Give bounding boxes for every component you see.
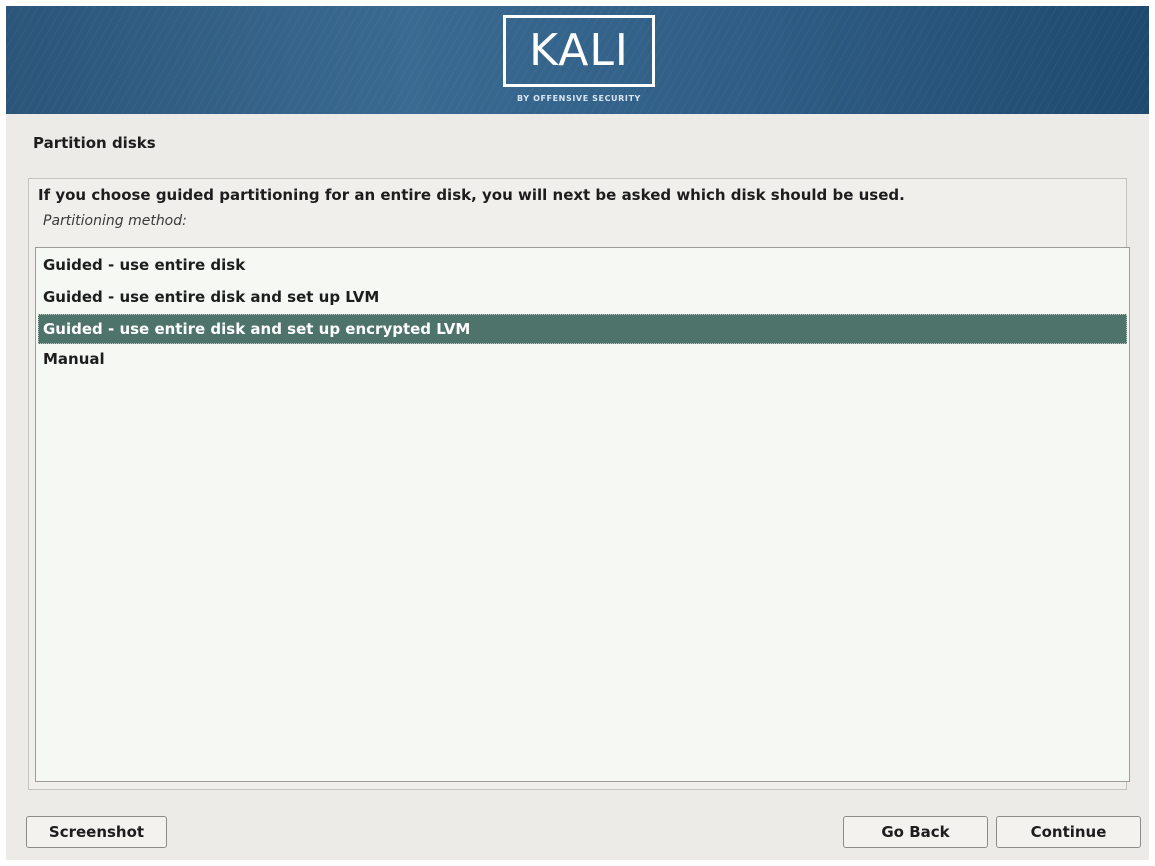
option-guided-entire-disk[interactable]: Guided - use entire disk [38,250,1127,280]
kali-logo: KALI [503,15,655,87]
go-back-button[interactable]: Go Back [843,816,988,848]
option-guided-lvm[interactable]: Guided - use entire disk and set up LVM [38,282,1127,312]
screenshot-button[interactable]: Screenshot [26,816,167,848]
option-guided-encrypted-lvm[interactable]: Guided - use entire disk and set up encr… [38,314,1127,344]
continue-button[interactable]: Continue [996,816,1141,848]
kali-logo-subtitle: BY OFFENSIVE SECURITY [517,94,641,103]
partition-panel: If you choose guided partitioning for an… [28,178,1130,790]
option-manual[interactable]: Manual [38,344,1127,374]
partitioning-method-list[interactable]: Guided - use entire disk Guided - use en… [35,247,1130,782]
page-title: Partition disks [33,134,156,152]
kali-banner: KALI BY OFFENSIVE SECURITY [6,6,1149,114]
instruction-text: If you choose guided partitioning for an… [38,186,905,204]
installer-window: KALI BY OFFENSIVE SECURITY Partition dis… [6,6,1149,860]
kali-logo-text: KALI [529,25,629,76]
partitioning-method-label: Partitioning method: [43,213,187,229]
